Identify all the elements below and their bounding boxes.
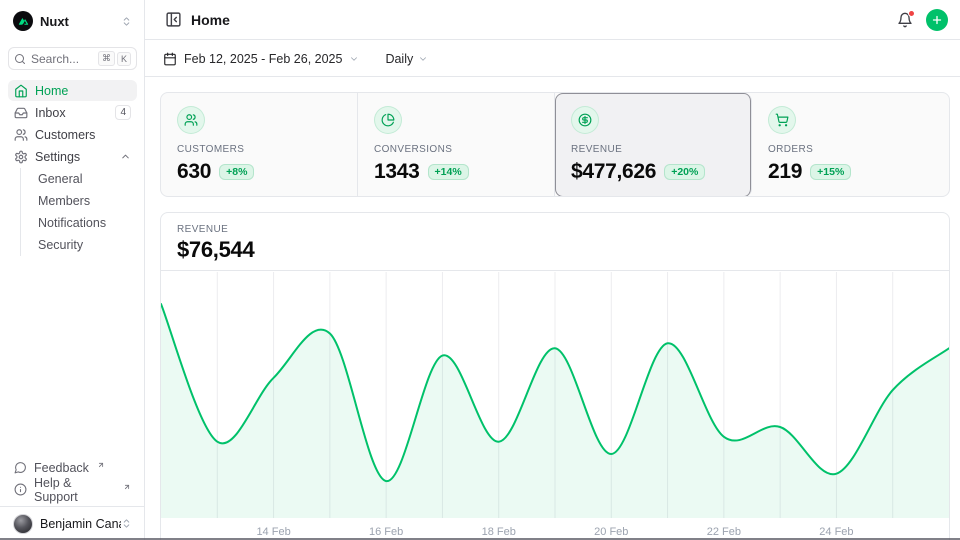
help-support-label: Help & Support bbox=[34, 476, 115, 504]
sidebar-item-label: Inbox bbox=[35, 106, 108, 120]
users-icon bbox=[14, 128, 28, 142]
nuxt-logo-icon bbox=[13, 11, 33, 31]
stat-value: 630 bbox=[177, 160, 211, 184]
stat-label: Orders bbox=[768, 144, 933, 155]
filters-toolbar: Feb 12, 2025 - Feb 26, 2025 Daily bbox=[145, 41, 960, 77]
chevron-down-icon bbox=[349, 54, 359, 64]
workspace-name: Nuxt bbox=[40, 14, 121, 29]
calendar-icon bbox=[163, 52, 177, 66]
sidebar-footer: Feedback Help & Support bbox=[8, 457, 137, 501]
top-header: Home bbox=[145, 0, 960, 40]
interval-select[interactable]: Daily bbox=[385, 52, 428, 66]
notification-dot bbox=[908, 10, 915, 17]
settings-submenu: General Members Notifications Security bbox=[20, 168, 137, 256]
add-button[interactable] bbox=[926, 9, 948, 31]
sidebar-item-members[interactable]: Members bbox=[21, 190, 137, 212]
date-range-picker[interactable]: Feb 12, 2025 - Feb 26, 2025 bbox=[163, 52, 359, 66]
sidebar-item-customers[interactable]: Customers bbox=[8, 124, 137, 145]
page-title: Home bbox=[191, 12, 892, 28]
app-window: Nuxt Search... ⌘ K Home Inbox 4 bbox=[0, 0, 960, 540]
sidebar-subitem-label: Notifications bbox=[38, 216, 106, 230]
search-input[interactable]: Search... ⌘ K bbox=[8, 47, 137, 70]
user-name: Benjamin Canac bbox=[40, 517, 121, 531]
sidebar-subitem-label: Members bbox=[38, 194, 90, 208]
chart-pie-icon bbox=[381, 113, 395, 127]
users-icon bbox=[184, 113, 198, 127]
stat-label: Customers bbox=[177, 144, 341, 155]
sidebar-divider bbox=[0, 506, 145, 507]
search-placeholder: Search... bbox=[31, 52, 96, 66]
kbd-meta: ⌘ bbox=[98, 51, 115, 66]
interval-value: Daily bbox=[385, 52, 413, 66]
help-support-link[interactable]: Help & Support bbox=[8, 479, 137, 500]
chevron-down-icon bbox=[418, 54, 428, 64]
sidebar-item-general[interactable]: General bbox=[21, 168, 137, 190]
chevron-up-icon bbox=[120, 151, 131, 162]
stat-card-revenue[interactable]: Revenue $477,626 +20% bbox=[555, 93, 752, 197]
shopping-cart-icon bbox=[775, 113, 789, 127]
stat-value: 219 bbox=[768, 160, 802, 184]
sidebar-item-home[interactable]: Home bbox=[8, 80, 137, 101]
sidebar-nav: Home Inbox 4 Customers Settings General bbox=[8, 80, 137, 256]
chart-current-value: $76,544 bbox=[177, 237, 933, 263]
stat-label: Conversions bbox=[374, 144, 538, 155]
stat-value: $477,626 bbox=[571, 160, 656, 184]
stat-value: 1343 bbox=[374, 160, 420, 184]
x-axis-label: 16 Feb bbox=[356, 526, 416, 538]
chevrons-up-down-icon bbox=[121, 518, 132, 529]
sidebar-subitem-label: General bbox=[38, 172, 82, 186]
notifications-button[interactable] bbox=[892, 7, 918, 33]
sidebar-item-inbox[interactable]: Inbox 4 bbox=[8, 102, 137, 123]
avatar bbox=[13, 514, 33, 534]
stat-delta-badge: +20% bbox=[664, 164, 705, 181]
user-menu[interactable]: Benjamin Canac bbox=[8, 512, 137, 535]
stats-row: Customers 630 +8% Conversions 1343 +14% … bbox=[160, 92, 950, 197]
x-axis-label: 22 Feb bbox=[694, 526, 754, 538]
panel-left-close-icon bbox=[165, 11, 182, 28]
inbox-icon bbox=[14, 106, 28, 120]
sidebar-item-label: Settings bbox=[35, 150, 113, 164]
workspace-switcher[interactable]: Nuxt bbox=[8, 9, 137, 33]
collapse-sidebar-button[interactable] bbox=[161, 8, 185, 32]
sidebar-item-settings[interactable]: Settings bbox=[8, 146, 137, 167]
revenue-chart-card: Revenue $76,544 14 Feb 16 Feb 18 Feb 20 Feb… bbox=[160, 212, 950, 540]
gear-icon bbox=[14, 150, 28, 164]
stat-delta-badge: +15% bbox=[810, 164, 851, 181]
sidebar-item-notifications[interactable]: Notifications bbox=[21, 212, 137, 234]
external-link-icon bbox=[97, 461, 105, 469]
feedback-label: Feedback bbox=[34, 461, 89, 475]
kbd-k: K bbox=[117, 52, 131, 66]
sidebar-item-security[interactable]: Security bbox=[21, 234, 137, 256]
x-axis-label: 24 Feb bbox=[806, 526, 866, 538]
plus-icon bbox=[931, 14, 943, 26]
date-range-value: Feb 12, 2025 - Feb 26, 2025 bbox=[184, 52, 342, 66]
sidebar: Nuxt Search... ⌘ K Home Inbox 4 bbox=[0, 0, 145, 540]
chevrons-up-down-icon bbox=[121, 16, 132, 27]
stat-card-conversions[interactable]: Conversions 1343 +14% bbox=[358, 93, 555, 197]
sidebar-subitem-label: Security bbox=[38, 238, 83, 252]
stat-label: Revenue bbox=[571, 144, 735, 155]
stat-delta-badge: +14% bbox=[428, 164, 469, 181]
circle-dollar-icon bbox=[578, 113, 592, 127]
stat-card-customers[interactable]: Customers 630 +8% bbox=[161, 93, 358, 197]
x-axis-label: 20 Feb bbox=[581, 526, 641, 538]
area-chart-svg bbox=[161, 272, 949, 518]
message-bubble-icon bbox=[14, 461, 27, 474]
chart-title: Revenue bbox=[177, 224, 933, 235]
house-icon bbox=[14, 84, 28, 98]
x-axis-label: 18 Feb bbox=[469, 526, 529, 538]
area-chart bbox=[161, 272, 949, 518]
inbox-count-badge: 4 bbox=[115, 105, 131, 120]
stat-card-orders[interactable]: Orders 219 +15% bbox=[752, 93, 949, 197]
search-icon bbox=[14, 53, 26, 65]
sidebar-item-label: Customers bbox=[35, 128, 131, 142]
stat-delta-badge: +8% bbox=[219, 164, 254, 181]
external-link-icon bbox=[123, 483, 131, 491]
sidebar-item-label: Home bbox=[35, 84, 131, 98]
chart-header: Revenue $76,544 bbox=[161, 213, 949, 271]
info-circle-icon bbox=[14, 483, 27, 496]
x-axis-label: 14 Feb bbox=[244, 526, 304, 538]
